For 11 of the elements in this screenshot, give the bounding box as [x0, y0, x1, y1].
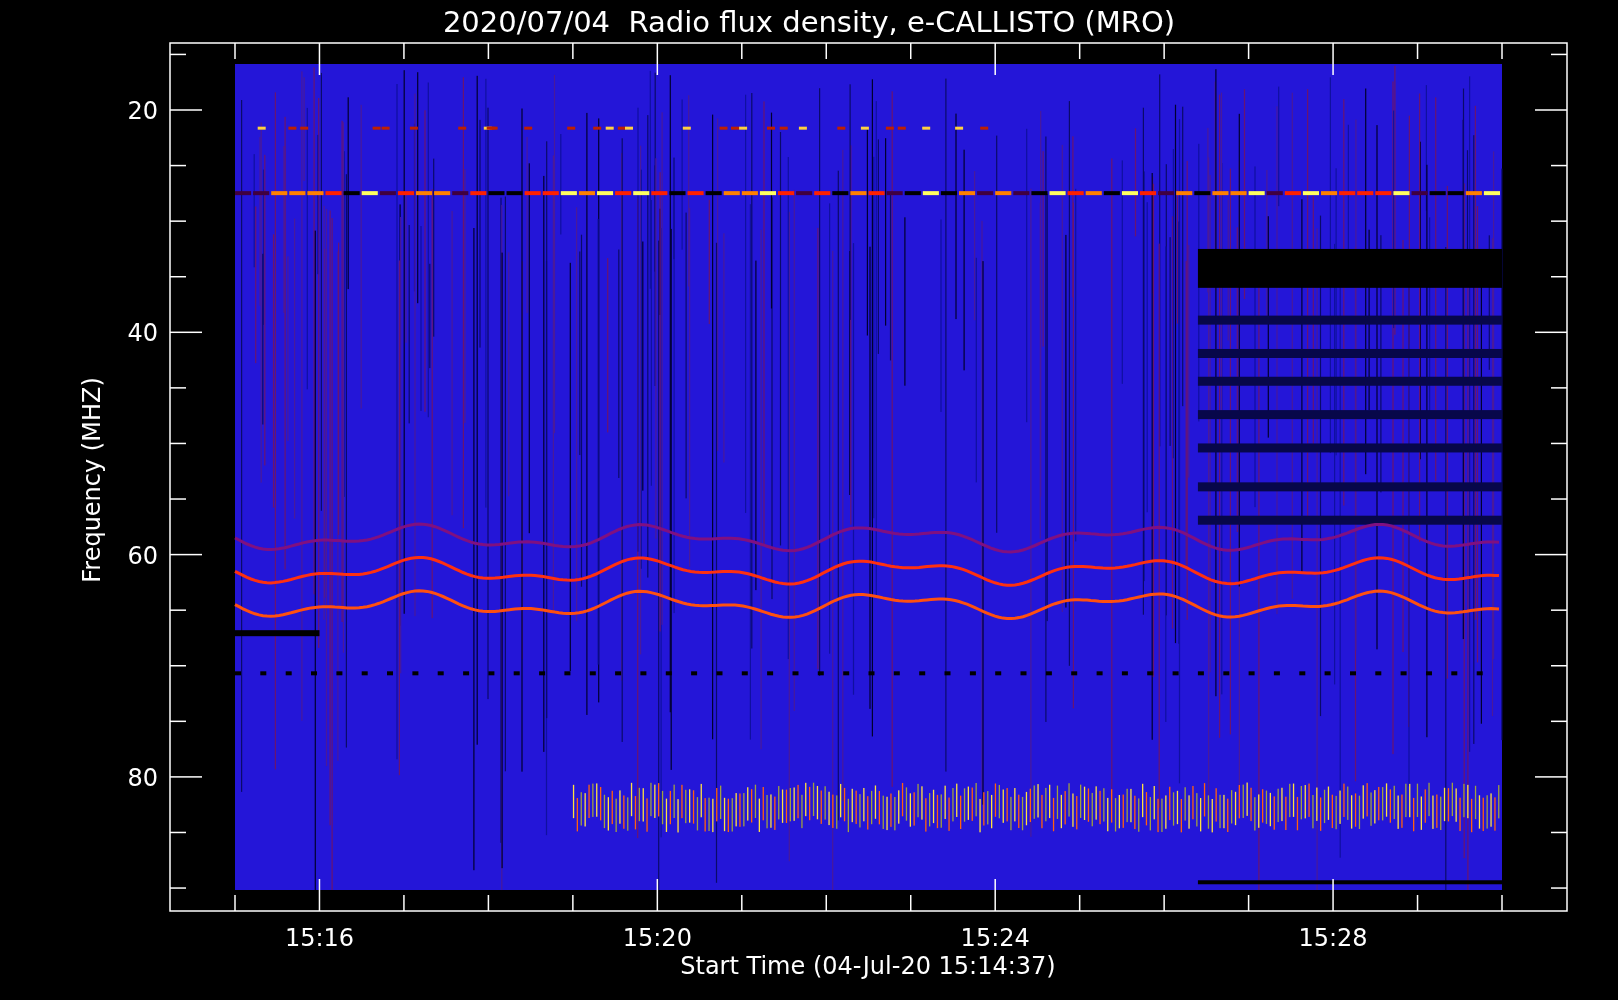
- y-tick-label: 20: [127, 97, 158, 125]
- y-tick-label: 80: [127, 763, 158, 792]
- x-tick-label: 15:24: [960, 924, 1030, 952]
- y-tick-label: 40: [127, 319, 158, 348]
- x-tick-label: 15:28: [1298, 924, 1368, 952]
- x-tick-label: 15:20: [622, 924, 692, 952]
- chart-title: 2020/07/04 Radio flux density, e-CALLISTO (MRO): [442, 5, 1176, 39]
- x-axis-label: Start Time (04-Jul-20 15:14:37): [680, 952, 1056, 980]
- x-tick-label: 15:16: [284, 924, 355, 952]
- y-axis-label: Frequency (MHZ): [78, 377, 106, 583]
- y-tick-label: 60: [127, 541, 158, 570]
